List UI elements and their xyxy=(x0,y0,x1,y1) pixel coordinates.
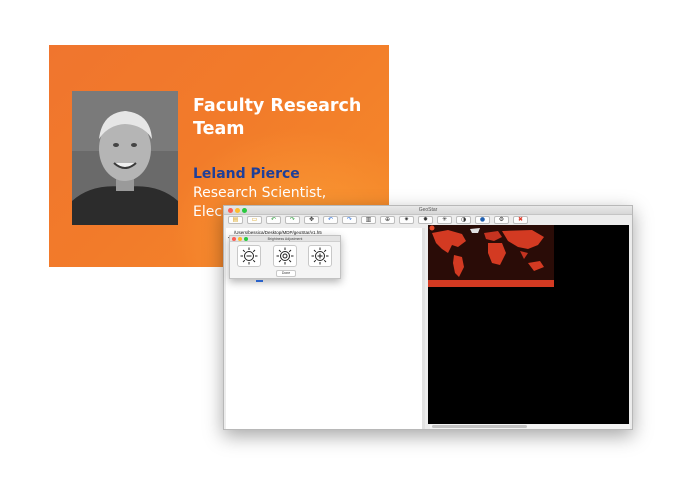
map-viewer[interactable] xyxy=(428,225,629,424)
stop-icon: ✖ xyxy=(517,216,524,223)
pane-splitter[interactable] xyxy=(422,228,425,429)
redo-green-button[interactable]: ↷ xyxy=(285,216,300,224)
undo-button[interactable]: ↶ xyxy=(323,216,338,224)
person-role-line1: Research Scientist, xyxy=(193,185,327,201)
map-horizontal-scrollbar[interactable] xyxy=(430,424,630,429)
book-icon: ▥ xyxy=(365,216,372,223)
sun-outline-icon: ✸ xyxy=(422,216,429,223)
done-button[interactable]: Done xyxy=(276,270,296,277)
open-file-icon: ▤ xyxy=(232,216,239,223)
sun-icon: ✷ xyxy=(403,216,410,223)
undo-green-icon: ↶ xyxy=(270,216,277,223)
settings-button[interactable]: ⚙ xyxy=(494,216,509,224)
crosshair-button[interactable]: ⊕ xyxy=(380,216,395,224)
crosshair-icon: ⊕ xyxy=(384,216,391,223)
layer-selection-marker xyxy=(256,280,263,282)
dialog-titlebar[interactable]: Brightness Adjustment xyxy=(230,236,340,242)
move-button[interactable]: ✥ xyxy=(304,216,319,224)
sun-small-icon: ✳ xyxy=(441,216,448,223)
sun-plus-icon xyxy=(311,247,329,265)
contrast-button[interactable]: ◑ xyxy=(456,216,471,224)
person-name: Leland Pierce xyxy=(193,166,300,182)
brightness-up-button[interactable]: ✷ xyxy=(399,216,414,224)
profile-photo xyxy=(72,91,178,225)
brightness-button[interactable]: ✸ xyxy=(418,216,433,224)
undo-green-button[interactable]: ↶ xyxy=(266,216,281,224)
redo-button[interactable]: ↷ xyxy=(342,216,357,224)
folder-button[interactable]: ▭ xyxy=(247,216,262,224)
move-icon: ✥ xyxy=(308,216,315,223)
brightness-increase-button[interactable] xyxy=(308,245,332,267)
brightness-down-button[interactable]: ✳ xyxy=(437,216,452,224)
drop-icon: ● xyxy=(479,216,486,223)
brightness-reset-button[interactable] xyxy=(273,245,297,267)
scrollbar-thumb[interactable] xyxy=(432,425,527,428)
world-map-image xyxy=(428,225,554,287)
sun-minus-icon xyxy=(240,247,258,265)
brightness-decrease-button[interactable] xyxy=(237,245,261,267)
stop-button[interactable]: ✖ xyxy=(513,216,528,224)
brightness-dialog: Brightness Adjustment Done xyxy=(229,235,341,279)
undo-icon: ↶ xyxy=(327,216,334,223)
window-title: GeoStar xyxy=(418,207,438,213)
open-file-button[interactable]: ▤ xyxy=(228,216,243,224)
gear-icon: ⚙ xyxy=(498,216,505,223)
screen: Faculty Research Team Leland Pierce Rese… xyxy=(0,0,700,500)
slide-title: Faculty Research Team xyxy=(193,96,362,139)
redo-icon: ↷ xyxy=(346,216,353,223)
book-button[interactable]: ▥ xyxy=(361,216,376,224)
folder-icon: ▭ xyxy=(251,216,258,223)
sun-reset-icon xyxy=(276,247,294,265)
window-titlebar[interactable]: GeoStar xyxy=(224,206,632,215)
contrast-icon: ◑ xyxy=(460,216,467,223)
redo-green-icon: ↷ xyxy=(289,216,296,223)
saturation-button[interactable]: ● xyxy=(475,216,490,224)
dialog-title: Brightness Adjustment xyxy=(267,237,303,241)
